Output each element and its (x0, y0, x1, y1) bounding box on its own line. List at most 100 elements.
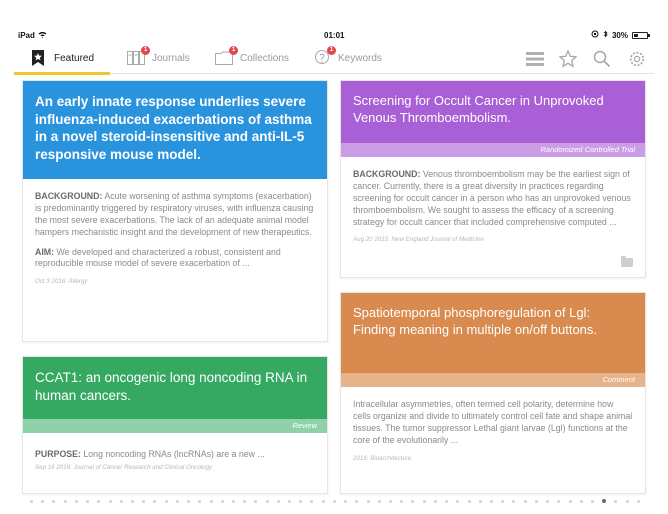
page-dot[interactable] (299, 499, 303, 503)
article-meta: Sep 16 2016: Journal of Cancer Research … (35, 463, 213, 471)
page-dot[interactable] (254, 499, 258, 503)
section-text: We developed and characterized a robust,… (35, 246, 281, 269)
section-text: Long noncoding RNAs (lncRNAs) are a new … (80, 449, 265, 459)
page-dot[interactable] (400, 499, 404, 503)
folder-icon: 1 (214, 46, 238, 67)
page-dot[interactable] (321, 499, 325, 503)
page-dot[interactable] (108, 499, 112, 503)
article-card-ccat1[interactable]: CCAT1: an oncogenic long noncoding RNA i… (22, 356, 328, 494)
page-dot[interactable] (602, 499, 607, 503)
page-dot[interactable] (209, 499, 213, 503)
page-dot[interactable] (456, 499, 460, 503)
page-dot[interactable] (377, 499, 381, 503)
page-dot[interactable] (422, 499, 426, 503)
favorites-button[interactable] (557, 48, 579, 70)
page-dot[interactable] (74, 499, 78, 503)
article-card-asthma[interactable]: An early innate response underlies sever… (22, 80, 328, 342)
bluetooth-icon (603, 30, 608, 40)
page-dot[interactable] (546, 499, 550, 503)
page-dot[interactable] (614, 499, 618, 503)
page-dot[interactable] (332, 499, 336, 503)
page-dot[interactable] (142, 499, 146, 503)
article-meta: 2016: Bioarchitecture (353, 454, 412, 462)
tab-journals[interactable]: 1 Journals (126, 44, 190, 72)
page-dot[interactable] (445, 499, 449, 503)
page-dot[interactable] (130, 499, 134, 503)
page-dot[interactable] (523, 499, 527, 503)
page-dot[interactable] (41, 499, 45, 503)
page-indicator[interactable] (30, 498, 640, 504)
page-dot[interactable] (355, 499, 359, 503)
section-label: BACKGROUND: (35, 191, 103, 201)
page-dot[interactable] (411, 499, 415, 503)
article-abstract: BACKGROUND: Acute worsening of asthma sy… (23, 179, 327, 270)
battery-icon (632, 31, 650, 39)
page-dot[interactable] (187, 499, 191, 503)
settings-button[interactable] (626, 48, 648, 70)
tab-featured[interactable]: Featured (28, 44, 94, 72)
section-text: Intracellular asymmetries, often termed … (353, 399, 633, 445)
abstract-paragraph: AIM: We developed and characterized a ro… (35, 247, 315, 271)
page-dot[interactable] (175, 499, 179, 503)
tab-journals-label: Journals (152, 52, 190, 64)
page-dot[interactable] (625, 499, 629, 503)
section-label: BACKGROUND: (353, 169, 421, 179)
page-dot[interactable] (63, 499, 67, 503)
page-dot[interactable] (30, 499, 33, 503)
page-dot[interactable] (276, 499, 280, 503)
page-dot[interactable] (198, 499, 202, 503)
status-right: 30% (591, 30, 650, 40)
article-title: An early innate response underlies sever… (23, 81, 327, 179)
journals-icon: 1 (126, 46, 150, 67)
article-title: CCAT1: an oncogenic long noncoding RNA i… (23, 357, 327, 419)
tab-collections[interactable]: 1 Collections (214, 44, 289, 72)
page-dot[interactable] (557, 499, 561, 503)
list-view-button[interactable] (524, 48, 546, 70)
lock-rotation-icon (591, 30, 599, 40)
page-dot[interactable] (389, 499, 392, 503)
article-card-occult-cancer[interactable]: Screening for Occult Cancer in Unprovoke… (340, 80, 646, 278)
status-left: iPad (18, 31, 47, 40)
page-dot[interactable] (501, 499, 505, 503)
article-title: Screening for Occult Cancer in Unprovoke… (341, 81, 645, 143)
page-dot[interactable] (164, 499, 168, 503)
folder-icon[interactable] (621, 256, 633, 267)
page-dot[interactable] (512, 499, 516, 503)
page-dot[interactable] (590, 499, 594, 503)
page-dot[interactable] (478, 499, 482, 503)
page-dot[interactable] (119, 499, 123, 503)
article-title: Spatiotemporal phosphoregulation of Lgl:… (341, 293, 645, 373)
article-type-tag: Randomized Controlled Trial (341, 143, 645, 157)
article-type-tag: Review (23, 419, 327, 433)
page-dot[interactable] (467, 499, 471, 503)
page-dot[interactable] (534, 499, 538, 503)
star-icon (559, 50, 577, 68)
page-dot[interactable] (636, 499, 640, 503)
section-label: AIM: (35, 246, 55, 257)
wifi-icon (38, 31, 47, 40)
page-dot[interactable] (489, 499, 493, 503)
page-dot[interactable] (153, 499, 157, 503)
article-card-lgl[interactable]: Spatiotemporal phosphoregulation of Lgl:… (340, 292, 646, 494)
section-label: PURPOSE: (35, 449, 81, 459)
status-time: 01:01 (324, 31, 345, 40)
page-dot[interactable] (220, 499, 224, 503)
page-dot[interactable] (86, 499, 90, 503)
article-abstract: BACKGROUND: Venous thromboembolism may b… (341, 157, 645, 228)
page-dot[interactable] (568, 499, 572, 503)
tab-keywords[interactable]: 1 Keywords (312, 44, 382, 72)
page-dot[interactable] (433, 499, 437, 503)
page-dot[interactable] (579, 499, 583, 503)
page-dot[interactable] (310, 499, 314, 503)
active-tab-indicator (14, 72, 110, 75)
page-dot[interactable] (265, 499, 269, 503)
page-dot[interactable] (97, 499, 101, 503)
page-dot[interactable] (344, 499, 348, 503)
search-button[interactable] (591, 48, 613, 70)
page-dot[interactable] (366, 499, 370, 503)
abstract-paragraph: BACKGROUND: Acute worsening of asthma sy… (35, 191, 315, 239)
page-dot[interactable] (52, 499, 56, 503)
page-dot[interactable] (231, 499, 235, 503)
page-dot[interactable] (288, 499, 292, 503)
page-dot[interactable] (243, 499, 247, 503)
